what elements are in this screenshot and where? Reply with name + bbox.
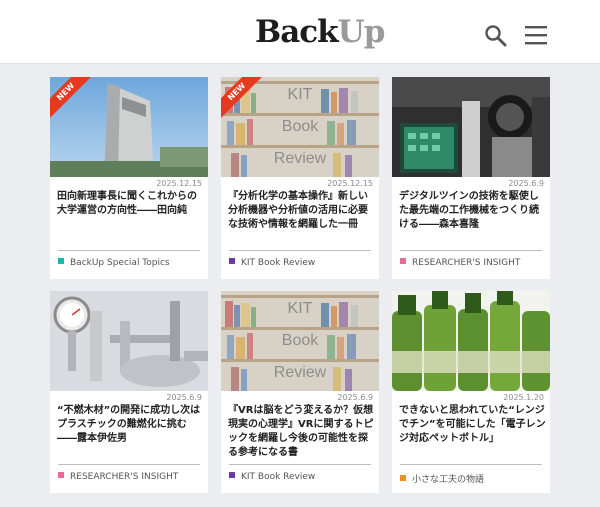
image-text-book: Book <box>281 332 319 349</box>
article-thumbnail <box>50 291 208 391</box>
article-title[interactable]: できないと思われていた“レンジでチン”を可能にした「電子レンジ対応ペットボトル」 <box>399 404 547 446</box>
article-card[interactable]: 2025.6.9 “不燃木材”の開発に成功し次はプラスチックの難燃化に挑む――露… <box>50 291 208 493</box>
book-review-image-text: KIT Book Review <box>221 293 379 389</box>
article-category[interactable]: RESEARCHER'S INSIGHT <box>400 258 520 270</box>
article-card[interactable]: 2025.1.20 できないと思われていた“レンジでチン”を可能にした「電子レン… <box>392 291 550 493</box>
article-title[interactable]: 田向新理事長に聞くこれからの大学運営の方向性――田向純 <box>57 190 205 218</box>
article-thumbnail <box>392 77 550 177</box>
category-marker <box>400 475 406 481</box>
article-thumbnail: KIT Book Review <box>221 291 379 391</box>
image-text-book: Book <box>281 118 319 135</box>
logo-text-back: Back <box>255 14 339 50</box>
divider <box>58 464 200 465</box>
article-date: 2025.6.9 <box>337 393 373 402</box>
logo-text-up: Up <box>337 14 386 50</box>
menu-button[interactable] <box>525 24 547 46</box>
category-marker <box>229 258 235 264</box>
hamburger-menu-icon <box>525 26 547 45</box>
article-card[interactable]: 2025.6.9 デジタルツインの技術を駆使した最先端の工作機械をつくり続ける―… <box>392 77 550 279</box>
article-title[interactable]: “不燃木材”の開発に成功し次はプラスチックの難燃化に挑む――露本伊佐男 <box>57 404 205 446</box>
divider <box>400 250 542 251</box>
article-date: 2025.6.9 <box>166 393 202 402</box>
article-category[interactable]: BackUp Special Topics <box>58 258 170 270</box>
category-label: KIT Book Review <box>241 258 316 268</box>
category-label: KIT Book Review <box>241 472 316 482</box>
category-label: BackUp Special Topics <box>70 258 170 268</box>
category-label: RESEARCHER'S INSIGHT <box>70 472 179 482</box>
category-label: 小さな工夫の物語 <box>412 475 485 485</box>
category-marker <box>58 258 64 264</box>
category-marker <box>229 472 235 478</box>
article-card[interactable]: NEW 2025.12.15 田向新理事長に聞くこれからの大学運営の方向性――田… <box>50 77 208 279</box>
article-date: 2025.12.15 <box>327 179 373 188</box>
article-thumbnail: NEW KIT Book Review <box>221 77 379 177</box>
category-marker <box>400 258 406 264</box>
image-text-review: Review <box>273 150 327 167</box>
article-title[interactable]: 『分析化学の基本操作』新しい分析機器や分析値の活用に必要な技術や情報を網羅した一… <box>228 190 376 232</box>
category-marker <box>58 472 64 478</box>
divider <box>229 250 371 251</box>
article-thumbnail: NEW <box>50 77 208 177</box>
backup-logo[interactable]: BackUp <box>255 12 386 52</box>
article-card[interactable]: NEW KIT Book Review 2025.12.15 『分析化学の基本操… <box>221 77 379 279</box>
category-label: RESEARCHER'S INSIGHT <box>412 258 521 268</box>
article-category[interactable]: RESEARCHER'S INSIGHT <box>58 472 178 484</box>
article-title[interactable]: デジタルツインの技術を駆使した最先端の工作機械をつくり続ける――森本喜隆 <box>399 190 547 232</box>
site-header: BackUp <box>0 0 600 64</box>
article-card[interactable]: KIT Book Review 2025.6.9 『VRは脳をどう変えるか？仮想… <box>221 291 379 493</box>
search-icon <box>485 25 507 47</box>
image-text-kit: KIT <box>287 300 313 317</box>
book-review-image-text: KIT Book Review <box>221 79 379 175</box>
article-thumbnail <box>392 291 550 391</box>
divider <box>229 464 371 465</box>
article-date: 2025.12.15 <box>156 179 202 188</box>
article-category[interactable]: 小さな工夫の物語 <box>400 472 485 485</box>
image-text-review: Review <box>273 364 327 381</box>
image-text-kit: KIT <box>287 86 313 103</box>
article-date: 2025.1.20 <box>503 393 544 402</box>
divider <box>400 464 542 465</box>
article-title[interactable]: 『VRは脳をどう変えるか？仮想現実の心理学』VRに関するトピックを網羅し今後の可… <box>228 404 376 460</box>
article-date: 2025.6.9 <box>508 179 544 188</box>
article-category[interactable]: KIT Book Review <box>229 258 315 270</box>
search-button[interactable] <box>484 24 508 48</box>
divider <box>58 250 200 251</box>
article-category[interactable]: KIT Book Review <box>229 472 315 484</box>
